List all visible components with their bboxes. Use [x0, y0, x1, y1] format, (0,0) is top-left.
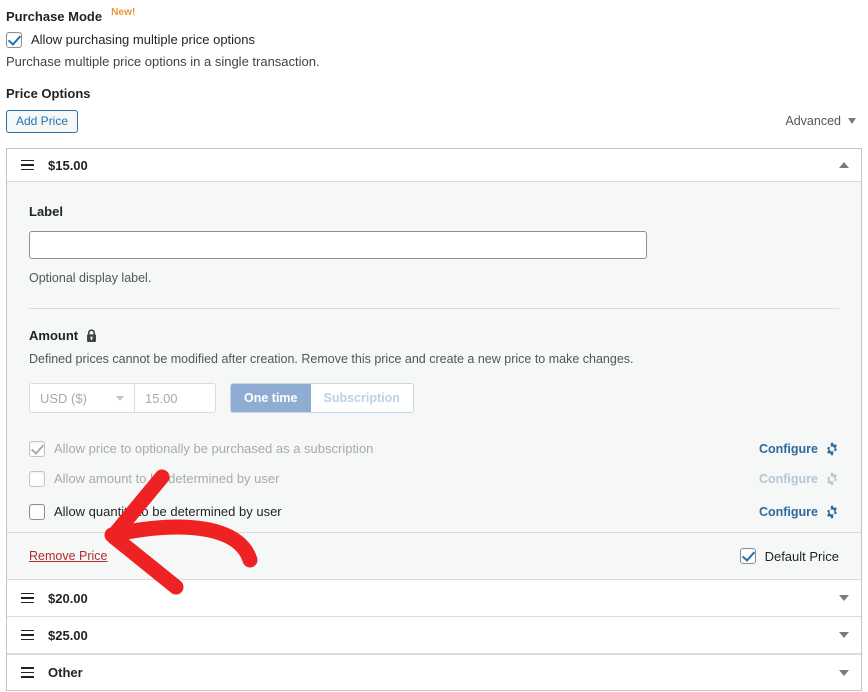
- amount-label-text: Amount: [29, 328, 78, 343]
- configure-label: Configure: [759, 505, 818, 519]
- configure-label: Configure: [759, 442, 818, 456]
- amount-field-label: Amount: [29, 328, 839, 343]
- option-row-subscription[interactable]: Allow price to optionally be purchased a…: [29, 435, 839, 462]
- billing-type-subscription[interactable]: Subscription: [311, 384, 413, 412]
- drag-handle-icon[interactable]: [21, 667, 34, 678]
- billing-type-one-time[interactable]: One time: [231, 384, 311, 412]
- new-badge: New!: [111, 5, 135, 21]
- remove-price-link[interactable]: Remove Price: [29, 549, 108, 563]
- configure-custom-amount-link: Configure: [759, 472, 839, 486]
- caret-down-icon[interactable]: [839, 670, 849, 676]
- purchase-mode-title: Purchase Mode: [6, 9, 102, 25]
- billing-type-toggle[interactable]: One time Subscription: [230, 383, 414, 413]
- advanced-toggle[interactable]: Advanced: [785, 114, 856, 128]
- price-list: $15.00 Label Optional display label. Amo…: [6, 148, 862, 691]
- allow-custom-quantity-checkbox[interactable]: [29, 504, 45, 520]
- label-field-help: Optional display label.: [29, 270, 839, 286]
- purchase-mode-description: Purchase multiple price options in a sin…: [6, 54, 320, 70]
- purchase-mode-heading: Purchase Mode New!: [6, 9, 135, 25]
- allow-custom-amount-checkbox[interactable]: [29, 471, 45, 487]
- price-row-header[interactable]: $20.00: [7, 579, 861, 616]
- price-row-title: $20.00: [48, 591, 88, 606]
- drag-handle-icon[interactable]: [21, 160, 34, 171]
- allow-multiple-prices-checkbox[interactable]: [6, 32, 22, 48]
- chevron-down-icon: [116, 396, 124, 401]
- gear-icon: [825, 472, 839, 486]
- default-price-label: Default Price: [765, 549, 839, 564]
- configure-subscription-link[interactable]: Configure: [759, 442, 839, 456]
- price-row-title: $15.00: [48, 158, 88, 173]
- price-row-title: $25.00: [48, 628, 88, 643]
- add-price-button[interactable]: Add Price: [6, 110, 78, 133]
- allow-multiple-prices-label: Allow purchasing multiple price options: [31, 32, 255, 48]
- option-row-custom-quantity[interactable]: Allow quantity to be determined by user …: [29, 495, 839, 528]
- price-row-collapsed: $25.00: [7, 616, 861, 653]
- price-row-collapsed: Other: [7, 653, 861, 690]
- default-price-control[interactable]: Default Price: [740, 548, 839, 564]
- drag-handle-icon[interactable]: [21, 630, 34, 641]
- price-row-body: Label Optional display label. Amount: [7, 181, 861, 579]
- chevron-down-icon: [848, 118, 856, 124]
- configure-label: Configure: [759, 472, 818, 486]
- price-row-header[interactable]: $15.00: [7, 149, 861, 181]
- price-row-collapsed: $20.00: [7, 579, 861, 616]
- label-input[interactable]: [29, 231, 647, 259]
- allow-custom-amount-label: Allow amount to be determined by user: [54, 471, 279, 487]
- allow-subscription-checkbox[interactable]: [29, 441, 45, 457]
- option-row-custom-amount[interactable]: Allow amount to be determined by user Co…: [29, 462, 839, 495]
- gear-icon: [825, 505, 839, 519]
- price-row-header[interactable]: $25.00: [7, 616, 861, 653]
- amount-input[interactable]: [134, 383, 216, 413]
- allow-custom-quantity-label: Allow quantity to be determined by user: [54, 504, 282, 520]
- price-options-panel: Purchase Mode New! Allow purchasing mult…: [0, 0, 868, 692]
- gear-icon: [825, 442, 839, 456]
- configure-custom-quantity-link[interactable]: Configure: [759, 505, 839, 519]
- price-row-expanded: $15.00 Label Optional display label. Amo…: [7, 149, 861, 579]
- price-footer-row: Remove Price Default Price: [29, 533, 839, 579]
- label-field-label: Label: [29, 204, 839, 219]
- allow-subscription-label: Allow price to optionally be purchased a…: [54, 441, 373, 457]
- price-row-title: Other: [48, 665, 83, 680]
- drag-handle-icon[interactable]: [21, 593, 34, 604]
- currency-value: USD ($): [40, 391, 87, 406]
- default-price-checkbox[interactable]: [740, 548, 756, 564]
- caret-down-icon[interactable]: [839, 595, 849, 601]
- price-row-header[interactable]: Other: [7, 653, 861, 690]
- currency-select[interactable]: USD ($): [29, 383, 134, 413]
- price-options-heading: Price Options: [6, 86, 91, 102]
- amount-field-help: Defined prices cannot be modified after …: [29, 351, 839, 367]
- allow-multiple-prices-row[interactable]: Allow purchasing multiple price options: [6, 32, 255, 48]
- lock-icon: [85, 329, 98, 343]
- caret-down-icon[interactable]: [839, 632, 849, 638]
- caret-up-icon[interactable]: [839, 162, 849, 168]
- advanced-label: Advanced: [785, 114, 841, 128]
